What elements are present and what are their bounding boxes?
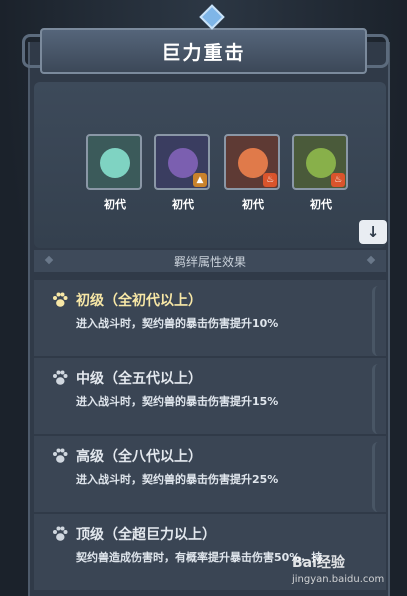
fire-badge-icon: ♨ — [331, 173, 345, 187]
side-ornament — [372, 442, 387, 512]
tier-description: 进入战斗时，契约兽的暴击伤害提升15% — [76, 395, 279, 408]
tier-description: 进入战斗时，契约兽的暴击伤害提升10% — [76, 317, 279, 330]
pet-portrait: ♨ — [292, 134, 348, 190]
title-banner: 巨力重击 — [40, 28, 367, 74]
pet-group: 初代 ▲ 初代 ♨ 初代 ♨ 初代 — [34, 82, 386, 248]
element-badge-icon: ▲ — [193, 173, 207, 187]
bond-effects-header: 羁绊属性效果 — [34, 250, 386, 272]
pet-card[interactable]: ♨ 初代 — [292, 134, 350, 212]
pet-card[interactable]: ▲ 初代 — [154, 134, 212, 212]
pet-card[interactable]: ♨ 初代 — [224, 134, 282, 212]
watermark-logo: Bai经验 — [292, 555, 345, 571]
pet-avatar — [100, 148, 130, 178]
pet-portrait: ♨ — [224, 134, 280, 190]
pet-generation: 初代 — [242, 198, 264, 211]
sort-button[interactable]: ↓ — [359, 220, 387, 244]
tier-name: 顶级（全超巨力以上） — [76, 527, 216, 543]
tier-name: 高级（全八代以上） — [76, 449, 202, 465]
fire-badge-icon: ♨ — [263, 173, 277, 187]
dialog-title: 巨力重击 — [161, 41, 246, 64]
tier-name: 中级（全五代以上） — [76, 371, 202, 387]
diamond-icon — [366, 255, 376, 265]
pet-generation: 初代 — [172, 198, 194, 211]
arrow-down-icon: ↓ — [366, 223, 380, 241]
paw-icon — [53, 292, 68, 307]
tier-description: 进入战斗时，契约兽的暴击伤害提升25% — [76, 473, 279, 486]
side-ornament — [372, 364, 387, 434]
tier-row: 高级（全八代以上） 进入战斗时，契约兽的暴击伤害提升25% — [34, 436, 386, 512]
pet-generation: 初代 — [104, 198, 126, 211]
tier-row: 初级（全初代以上） 进入战斗时，契约兽的暴击伤害提升10% — [34, 280, 386, 356]
paw-icon — [53, 526, 68, 541]
tier-row: 中级（全五代以上） 进入战斗时，契约兽的暴击伤害提升15% — [34, 358, 386, 434]
watermark-url: jingyan.baidu.com — [292, 574, 385, 585]
pet-portrait: ▲ — [154, 134, 210, 190]
side-ornament — [372, 286, 387, 356]
diamond-icon — [44, 255, 54, 265]
paw-icon — [53, 448, 68, 463]
paw-icon — [53, 370, 68, 385]
tier-name: 初级（全初代以上） — [76, 293, 202, 309]
pet-portrait — [86, 134, 142, 190]
pet-generation: 初代 — [310, 198, 332, 211]
pet-card[interactable]: 初代 — [86, 134, 144, 212]
section-title: 羁绊属性效果 — [173, 254, 246, 269]
